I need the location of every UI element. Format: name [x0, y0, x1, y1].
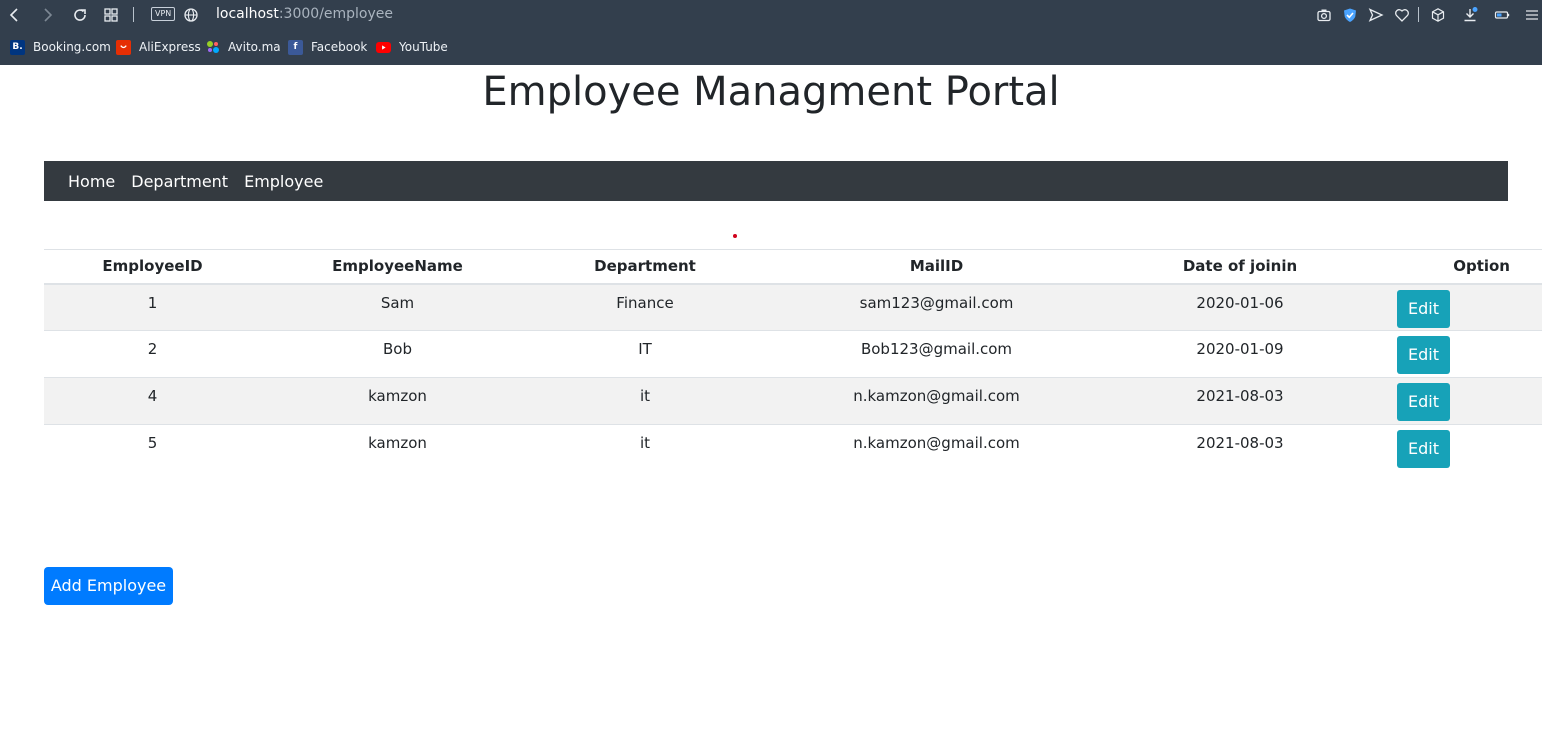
navbar: Home Department Employee: [44, 161, 1508, 201]
cell-employee-id: 5: [44, 424, 261, 472]
cell-option: Edit: [1363, 283, 1542, 331]
cell-mail-id: n.kamzon@gmail.com: [756, 377, 1117, 425]
edit-button[interactable]: Edit: [1397, 289, 1450, 328]
cell-department: it: [534, 424, 756, 472]
forward-icon[interactable]: [37, 5, 57, 25]
add-employee-button[interactable]: Add Employee: [44, 567, 173, 605]
cell-employee-name: Sam: [261, 283, 534, 331]
header-date-of-joining[interactable]: Date of joinin: [1117, 249, 1363, 285]
booking-icon: B.: [10, 39, 25, 55]
cell-option: Edit: [1363, 424, 1542, 472]
cell-mail-id: Bob123@gmail.com: [756, 330, 1117, 378]
header-department[interactable]: Department: [534, 249, 756, 285]
table-row: 2 Bob IT Bob123@gmail.com 2020-01-09 Edi…: [44, 330, 1542, 378]
bookmark-label: Avito.ma: [228, 40, 281, 54]
cell-mail-id: sam123@gmail.com: [756, 283, 1117, 331]
bookmark-label: YouTube: [399, 40, 448, 54]
browser-chrome: VPN localhost:3000/employee B. Booking.c…: [0, 0, 1542, 65]
cell-department: IT: [534, 330, 756, 378]
bookmark-booking[interactable]: B. Booking.com: [10, 38, 111, 56]
cell-employee-id: 4: [44, 377, 261, 425]
globe-icon[interactable]: [181, 5, 201, 25]
toolbar-separator: [1418, 7, 1419, 22]
header-option: Option: [1363, 249, 1542, 285]
employee-table: EmployeeID EmployeeName Department MailI…: [44, 249, 1542, 472]
red-dot-marker: [733, 234, 737, 238]
header-mail-id[interactable]: MailID: [756, 249, 1117, 285]
nav-department-link[interactable]: Department: [131, 172, 228, 191]
download-icon[interactable]: [1460, 5, 1480, 25]
cube-icon[interactable]: [1428, 5, 1448, 25]
bookmarks-bar: B. Booking.com AliExpress Avito.ma f Fac…: [0, 36, 1542, 58]
edit-button[interactable]: Edit: [1397, 430, 1450, 468]
bookmark-label: AliExpress: [139, 40, 201, 54]
header-employee-id[interactable]: EmployeeID: [44, 249, 261, 285]
cell-employee-id: 2: [44, 330, 261, 378]
table-row: 5 kamzon it n.kamzon@gmail.com 2021-08-0…: [44, 424, 1542, 472]
page-title: Employee Managment Portal: [482, 69, 1060, 115]
cell-employee-id: 1: [44, 283, 261, 331]
cell-mail-id: n.kamzon@gmail.com: [756, 424, 1117, 472]
cell-date-of-joining: 2021-08-03: [1117, 377, 1363, 425]
url-host: localhost: [216, 6, 279, 22]
cell-date-of-joining: 2021-08-03: [1117, 424, 1363, 472]
cell-date-of-joining: 2020-01-06: [1117, 283, 1363, 331]
tabs-grid-icon[interactable]: [101, 5, 121, 25]
url-path: :3000/employee: [278, 6, 394, 22]
bookmark-aliexpress[interactable]: AliExpress: [116, 38, 201, 56]
edit-button[interactable]: Edit: [1397, 383, 1450, 421]
battery-icon[interactable]: [1492, 5, 1512, 25]
shield-icon[interactable]: [1340, 5, 1360, 25]
nav-employee-link[interactable]: Employee: [244, 172, 323, 191]
heart-icon[interactable]: [1392, 5, 1412, 25]
camera-icon[interactable]: [1314, 5, 1334, 25]
cell-department: Finance: [534, 283, 756, 331]
settings-sliders-icon[interactable]: [1522, 5, 1542, 25]
reload-icon[interactable]: [70, 5, 90, 25]
edit-button[interactable]: Edit: [1397, 336, 1450, 374]
table-row: 1 Sam Finance sam123@gmail.com 2020-01-0…: [44, 283, 1542, 331]
facebook-icon: f: [288, 39, 303, 55]
address-bar[interactable]: localhost:3000/employee: [216, 6, 393, 23]
bookmark-youtube[interactable]: YouTube: [376, 38, 448, 56]
toolbar-separator: [133, 7, 134, 22]
cell-date-of-joining: 2020-01-09: [1117, 330, 1363, 378]
send-icon[interactable]: [1366, 5, 1386, 25]
bookmark-facebook[interactable]: f Facebook: [288, 38, 367, 56]
bookmark-label: Facebook: [311, 40, 368, 54]
nav-home-link[interactable]: Home: [68, 172, 115, 191]
cell-department: it: [534, 377, 756, 425]
header-employee-name[interactable]: EmployeeName: [261, 249, 534, 285]
table-header: EmployeeID EmployeeName Department MailI…: [44, 249, 1542, 285]
avito-icon: [205, 40, 220, 55]
cell-option: Edit: [1363, 330, 1542, 378]
cell-employee-name: kamzon: [261, 377, 534, 425]
browser-toolbar: VPN localhost:3000/employee: [0, 0, 1542, 30]
cell-option: Edit: [1363, 377, 1542, 425]
cell-employee-name: kamzon: [261, 424, 534, 472]
cell-employee-name: Bob: [261, 330, 534, 378]
table-row: 4 kamzon it n.kamzon@gmail.com 2021-08-0…: [44, 377, 1542, 425]
youtube-icon: [376, 41, 391, 53]
vpn-badge[interactable]: VPN: [151, 7, 176, 21]
aliexpress-icon: [116, 39, 131, 55]
bookmark-avito[interactable]: Avito.ma: [205, 38, 281, 56]
bookmark-label: Booking.com: [33, 40, 111, 54]
back-icon[interactable]: [5, 5, 25, 25]
